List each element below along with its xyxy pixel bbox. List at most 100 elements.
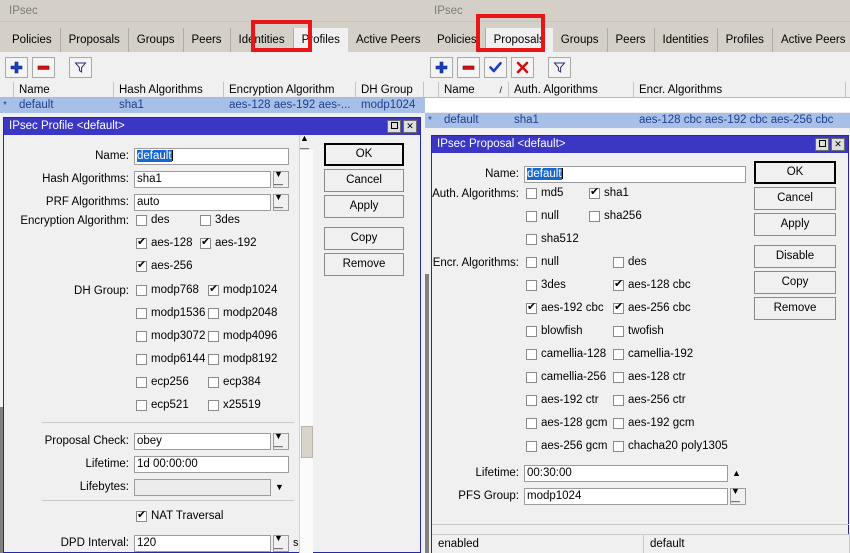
checkbox-aes-192-ctr[interactable]: aes-192 ctr: [526, 394, 599, 406]
checkbox-aes-256-cbc[interactable]: aes-256 cbc: [613, 301, 691, 314]
dialog-titlebar-left[interactable]: IPsec Profile <default> ✕: [4, 118, 420, 135]
filter-button[interactable]: [548, 56, 571, 78]
col-name[interactable]: Name: [14, 82, 114, 97]
checkbox-md5[interactable]: md5: [526, 187, 563, 199]
checkbox-aes-128[interactable]: aes-128: [136, 236, 193, 249]
remove-button[interactable]: Remove: [324, 253, 404, 276]
dialog-scrollbar-left[interactable]: ▲—: [299, 133, 314, 553]
pfs-group-input[interactable]: modp1024: [524, 487, 728, 505]
checkbox-nat-traversal[interactable]: NAT Traversal: [136, 509, 223, 522]
checkbox-modp6144[interactable]: modp6144: [136, 353, 205, 365]
disable-button[interactable]: Disable: [754, 245, 836, 268]
copy-button[interactable]: Copy: [324, 227, 404, 250]
cancel-button[interactable]: Cancel: [754, 187, 836, 210]
col-dh-group[interactable]: DH Group: [356, 82, 424, 97]
checkbox-blowfish[interactable]: blowfish: [526, 325, 583, 337]
filter-button[interactable]: [69, 56, 92, 78]
checkbox-chacha20-poly1305[interactable]: chacha20 poly1305: [613, 440, 728, 452]
col-auth-algorithms[interactable]: Auth. Algorithms: [509, 82, 634, 97]
checkbox-camellia-128[interactable]: camellia-128: [526, 348, 606, 360]
maximize-icon[interactable]: [387, 120, 401, 133]
checkbox-aes-128-ctr[interactable]: aes-128 ctr: [613, 371, 686, 383]
ok-button[interactable]: OK: [324, 143, 404, 166]
tab-active-peers[interactable]: Active Peers: [347, 28, 425, 52]
prf-algorithms-dropdown[interactable]: ▼—: [273, 192, 289, 212]
add-button[interactable]: [430, 56, 453, 78]
tab-peers[interactable]: Peers: [607, 28, 655, 52]
tab-profiles[interactable]: Profiles: [717, 28, 773, 52]
checkbox-modp768[interactable]: modp768: [136, 284, 199, 296]
prf-algorithms-input[interactable]: auto: [134, 193, 271, 211]
checkbox-des[interactable]: des: [136, 214, 170, 226]
scroll-track[interactable]: [300, 150, 313, 553]
checkbox-ecp256[interactable]: ecp256: [136, 376, 189, 388]
checkbox-modp2048[interactable]: modp2048: [208, 307, 277, 319]
tab-active-peers[interactable]: Active Peers: [772, 28, 850, 52]
checkbox-aes-256-gcm[interactable]: aes-256 gcm: [526, 440, 607, 452]
remove-button[interactable]: Remove: [754, 297, 836, 320]
apply-button[interactable]: Apply: [324, 195, 404, 218]
tab-policies[interactable]: Policies: [429, 28, 486, 52]
checkbox-modp1024[interactable]: modp1024: [208, 283, 277, 296]
table-row[interactable]: * default sha1 aes-128 aes-192 aes-... m…: [0, 98, 425, 113]
tab-proposals[interactable]: Proposals: [485, 28, 553, 52]
table-row[interactable]: * default sha1 aes-128 cbc aes-192 cbc a…: [425, 113, 850, 128]
name-input[interactable]: default: [134, 147, 289, 165]
remove-button[interactable]: [32, 56, 55, 78]
proposal-check-input[interactable]: obey: [134, 432, 271, 450]
disable-button[interactable]: [511, 56, 534, 78]
checkbox-sha512[interactable]: sha512: [526, 233, 579, 245]
col-name[interactable]: Name /: [439, 82, 509, 97]
remove-button[interactable]: [457, 56, 480, 78]
dpd-interval-dropdown[interactable]: ▼—: [273, 533, 289, 553]
lifebytes-input[interactable]: [134, 478, 271, 496]
dpd-interval-input[interactable]: 120: [134, 534, 271, 552]
scroll-up-arrow-icon[interactable]: ▲—: [300, 133, 314, 153]
cancel-button[interactable]: Cancel: [324, 169, 404, 192]
checkbox-modp4096[interactable]: modp4096: [208, 330, 277, 342]
lifetime-input[interactable]: 1d 00:00:00: [134, 455, 289, 473]
lifebytes-dropdown-arrow[interactable]: ▼: [275, 482, 284, 492]
ok-button[interactable]: OK: [754, 161, 836, 184]
col-flag[interactable]: [425, 82, 439, 97]
scroll-thumb[interactable]: [301, 426, 313, 458]
checkbox-des[interactable]: des: [613, 256, 647, 268]
checkbox-sha1[interactable]: sha1: [589, 186, 629, 199]
add-button[interactable]: [5, 56, 28, 78]
tab-proposals[interactable]: Proposals: [60, 28, 129, 52]
copy-button[interactable]: Copy: [754, 271, 836, 294]
tab-peers[interactable]: Peers: [183, 28, 231, 52]
checkbox-camellia-256[interactable]: camellia-256: [526, 371, 606, 383]
checkbox-camellia-192[interactable]: camellia-192: [613, 348, 693, 360]
tab-identities[interactable]: Identities: [230, 28, 294, 52]
checkbox-null-auth[interactable]: null: [526, 210, 559, 222]
tab-identities[interactable]: Identities: [654, 28, 718, 52]
checkbox-x25519[interactable]: x25519: [208, 399, 261, 411]
close-icon[interactable]: ✕: [831, 138, 845, 151]
checkbox-sha256[interactable]: sha256: [589, 210, 642, 222]
hash-algorithms-input[interactable]: sha1: [134, 170, 271, 188]
checkbox-aes-128-gcm[interactable]: aes-128 gcm: [526, 417, 607, 429]
dialog-titlebar-right[interactable]: IPsec Proposal <default> ✕: [432, 136, 848, 153]
tab-policies[interactable]: Policies: [4, 28, 61, 52]
tab-groups[interactable]: Groups: [552, 28, 608, 52]
checkbox-3des[interactable]: 3des: [200, 214, 240, 226]
col-flag[interactable]: [0, 82, 14, 97]
checkbox-aes-192[interactable]: aes-192: [200, 236, 257, 249]
maximize-icon[interactable]: [815, 138, 829, 151]
name-input[interactable]: default: [524, 165, 746, 183]
checkbox-ecp521[interactable]: ecp521: [136, 399, 189, 411]
close-icon[interactable]: ✕: [403, 120, 417, 133]
checkbox-modp1536[interactable]: modp1536: [136, 307, 205, 319]
checkbox-aes-128-cbc[interactable]: aes-128 cbc: [613, 278, 691, 291]
checkbox-modp3072[interactable]: modp3072: [136, 330, 205, 342]
checkbox-aes-256[interactable]: aes-256: [136, 259, 193, 272]
checkbox-3des[interactable]: 3des: [526, 279, 566, 291]
col-encryption-algorithm[interactable]: Encryption Algorithm: [224, 82, 356, 97]
lifetime-input[interactable]: 00:30:00: [524, 464, 728, 482]
table-row-empty[interactable]: [425, 98, 850, 113]
checkbox-aes-192-gcm[interactable]: aes-192 gcm: [613, 417, 694, 429]
enable-button[interactable]: [484, 56, 507, 78]
tab-profiles[interactable]: Profiles: [293, 28, 348, 52]
pfs-group-dropdown[interactable]: ▼—: [730, 486, 746, 506]
